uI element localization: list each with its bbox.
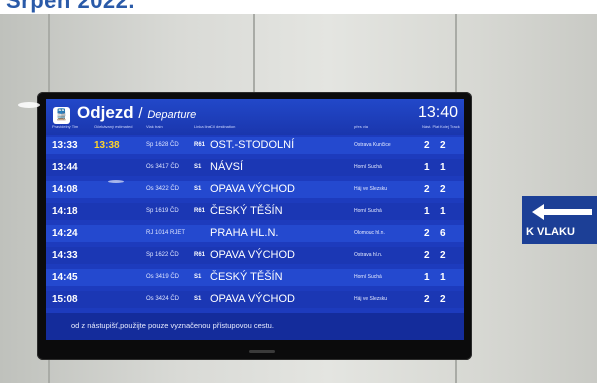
track-number: 1 [440,206,446,217]
header-platform: Nást. Plat [422,124,440,129]
via-station: Háj ve Slezsku [354,186,388,192]
expected-time: 13:38 [94,140,120,151]
via-station: Horní Suchá [354,274,382,280]
direction-sign: K VLAKU [522,196,597,244]
board-header: 🚆 Odjezd / Departure 13:40 Pravidelný Ti… [46,99,464,135]
light-reflection [108,180,124,183]
train-number: Sp 1619 ČD [146,208,179,214]
header-planned: Pravidelný Tim [52,124,79,129]
via-station: Horní Suchá [354,208,382,214]
safety-notice: od z nástupišť,použijte pouze vyznačenou… [46,313,464,340]
via-station: Olomouc hl.n. [354,230,385,236]
line-code: S1 [194,186,202,192]
destination: PRAHA HL.N. [210,227,279,239]
planned-time: 14:08 [52,184,78,195]
board-subtitle: Departure [147,109,197,121]
departure-row: 14:24 RJ 1014 RJET PRAHA HL.N. Olomouc hl.n… [46,225,464,242]
platform-number: 2 [424,250,430,261]
line-code: R61 [194,142,206,148]
planned-time: 13:33 [52,140,78,151]
via-station: Ostrava Kunčice [354,142,391,148]
platform-number: 1 [424,162,430,173]
planned-time: 14:33 [52,250,78,261]
header-line: Linka line [194,124,211,129]
header-track: Kolej Track [440,124,460,129]
light-reflection [18,102,40,108]
track-number: 2 [440,184,446,195]
sign-label: K VLAKU [526,226,575,238]
line-code: R61 [194,208,206,214]
destination: NÁVSÍ [210,161,244,173]
top-banner: Srpen 2022. [0,0,597,14]
track-number: 2 [440,140,446,151]
train-icon: 🚆 [53,107,70,124]
safety-notice-text: od z nástupišť,použijte pouze vyznačenou… [71,321,274,330]
platform-number: 1 [424,206,430,217]
planned-time: 13:44 [52,162,78,173]
headline-text: Srpen 2022. [6,0,136,13]
board-title-text: Odjezd [77,103,134,122]
platform-number: 2 [424,140,430,151]
destination: OST.-STODOLNÍ [210,139,295,151]
track-number: 6 [440,228,446,239]
departure-board-screen: 🚆 Odjezd / Departure 13:40 Pravidelný Ti… [46,99,464,340]
via-station: Horní Suchá [354,164,382,170]
via-station: Ostrava hl.n. [354,252,383,258]
planned-time: 14:24 [52,228,78,239]
train-number: Os 3422 ČD [146,186,180,192]
planned-time: 14:18 [52,206,78,217]
train-number: Sp 1622 ČD [146,252,179,258]
line-code: S1 [194,274,202,280]
departure-row: 14:45 Os 3419 ČD S1 ČESKÝ TĚŠÍN Horní Suchá 1… [46,269,464,286]
planned-time: 14:45 [52,272,78,283]
destination: OPAVA VÝCHOD [210,249,295,261]
planned-time: 15:08 [52,294,78,305]
header-train: Vlak train [146,124,163,129]
departure-row: 13:44 Os 3417 ČD S1 NÁVSÍ Horní Suchá 1 1 [46,159,464,176]
platform-number: 2 [424,184,430,195]
departure-row: 14:08 Os 3422 ČD S1 OPAVA VÝCHOD Háj ve Slez… [46,181,464,198]
departure-row: 15:08 Os 3424 ČD S1 OPAVA VÝCHOD Háj ve Slez… [46,291,464,308]
train-number: RJ 1014 RJET [146,230,186,236]
via-station: Háj ve Slezsku [354,296,388,302]
track-number: 2 [440,294,446,305]
platform-number: 2 [424,228,430,239]
destination: OPAVA VÝCHOD [210,293,295,305]
title-slash: / [138,105,143,122]
train-number: Os 3419 ČD [146,274,180,280]
track-number: 2 [440,250,446,261]
destination: OPAVA VÝCHOD [210,183,295,195]
header-via: přes via [354,124,369,129]
destination: ČESKÝ TĚŠÍN [210,205,283,217]
train-number: Sp 1628 ČD [146,142,179,148]
board-clock: 13:40 [417,104,458,121]
platform-number: 2 [424,294,430,305]
arrow-left-icon [532,204,592,220]
destination: ČESKÝ TĚŠÍN [210,271,283,283]
track-number: 1 [440,162,446,173]
line-code: S1 [194,164,202,170]
train-number: Os 3424 ČD [146,296,180,302]
line-code: R61 [194,252,206,258]
board-title: Odjezd / Departure [77,103,196,123]
departure-row: 13:33 13:38 Sp 1628 ČD R61 OST.-STODOLNÍ Ostr… [46,137,464,154]
train-number: Os 3417 ČD [146,164,180,170]
departure-row: 14:33 Sp 1622 ČD R61 OPAVA VÝCHOD Ostrava hl… [46,247,464,264]
departure-row: 14:18 Sp 1619 ČD R61 ČESKÝ TĚŠÍN Horní Suchá… [46,203,464,220]
tv-brand-logo [249,350,275,353]
header-expected: Očekávaný estimated [94,124,133,129]
track-number: 1 [440,272,446,283]
tile-seam [253,14,255,94]
line-code: S1 [194,296,202,302]
platform-number: 1 [424,272,430,283]
header-destination: Cíl destination [210,124,236,129]
